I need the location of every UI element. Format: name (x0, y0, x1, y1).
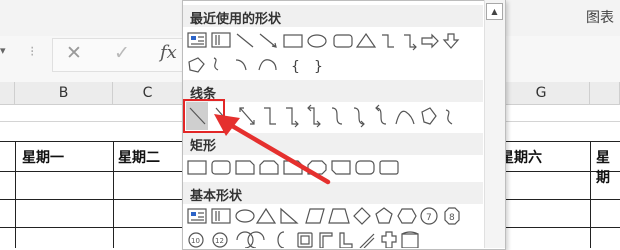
scroll-up-button[interactable]: ▲ (486, 3, 503, 20)
table-border (590, 141, 591, 248)
column-header-b[interactable]: B (15, 82, 113, 104)
column-header-a[interactable] (0, 82, 15, 104)
cell-saturday[interactable]: 星期六 (500, 147, 542, 167)
cell-tuesday[interactable]: 星期二 (118, 147, 160, 167)
section-title-recent: 最近使用的形状 (190, 12, 282, 27)
svg-text:{: { (291, 59, 300, 75)
enter-icon[interactable]: ✓ (114, 42, 130, 64)
section-header-lines (183, 80, 483, 102)
annotation-arrow-icon (214, 114, 331, 185)
ribbon-tab-chart[interactable]: 图表 (586, 7, 614, 27)
cancel-icon[interactable]: ✕ (66, 42, 82, 64)
basic-shapes-icons[interactable]: 7 8 10 12 (186, 206, 482, 248)
column-header-g[interactable]: G (493, 82, 590, 104)
cell-monday[interactable]: 星期一 (22, 147, 64, 167)
name-box-dropdown[interactable]: ▾ (0, 44, 6, 57)
svg-text:8: 8 (449, 213, 455, 223)
table-border (15, 141, 16, 248)
column-header-c[interactable]: C (113, 82, 183, 104)
cell-sunday[interactable]: 星期 (596, 147, 620, 187)
table-border (113, 141, 114, 248)
svg-text:7: 7 (426, 213, 432, 223)
formula-bar-grip: ⁝ (30, 44, 35, 60)
svg-text:10: 10 (191, 237, 200, 245)
svg-text:}: } (314, 59, 323, 75)
column-header-h[interactable] (590, 82, 620, 104)
recent-shapes-icons[interactable]: { } (186, 30, 482, 78)
insert-function-button[interactable]: fx (160, 42, 177, 63)
shapes-scrollbar[interactable] (484, 0, 505, 248)
svg-text:12: 12 (215, 237, 224, 245)
